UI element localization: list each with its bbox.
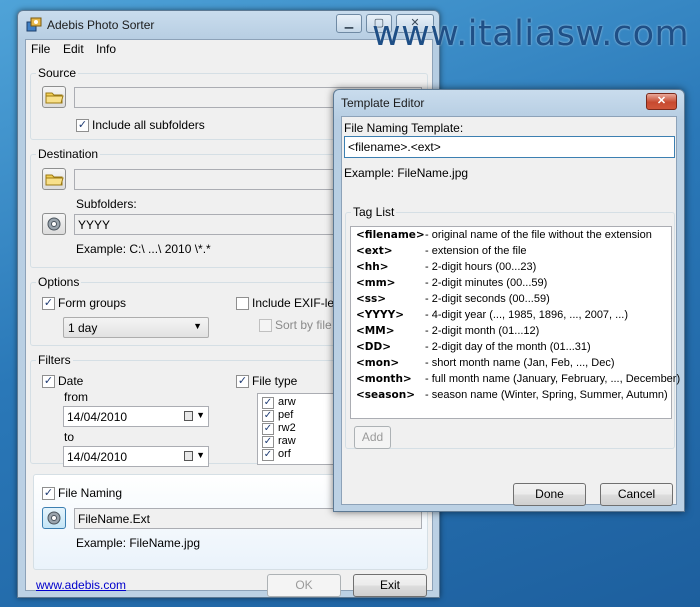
file-type-item-checkbox[interactable]: ✓ bbox=[262, 397, 274, 409]
source-group-label: Source bbox=[36, 66, 79, 80]
tag-description: - short month name (Jan, Feb, ..., Dec) bbox=[425, 357, 615, 369]
tag-name: <ss> bbox=[356, 293, 387, 305]
app-icon bbox=[26, 17, 42, 32]
minimize-button[interactable]: ▁ bbox=[336, 14, 362, 33]
tag-list[interactable]: <filename> - original name of the file wi… bbox=[350, 226, 680, 419]
tag-description: - 2-digit day of the month (01...31) bbox=[425, 341, 591, 353]
gear-icon bbox=[47, 217, 61, 231]
group-period-select[interactable]: 1 day ▼ bbox=[63, 317, 209, 338]
form-groups-label: Form groups bbox=[58, 296, 127, 310]
tag-name: <DD> bbox=[356, 341, 392, 353]
include-subfolders-label: Include all subfolders bbox=[92, 118, 205, 132]
from-date-picker[interactable]: 14/04/2010 ▼ bbox=[63, 406, 209, 427]
gear-icon bbox=[47, 511, 61, 525]
tag-description: - 2-digit hours (00...23) bbox=[425, 261, 537, 273]
exit-button[interactable]: Exit bbox=[353, 574, 427, 597]
tag-name: <MM> bbox=[356, 325, 395, 337]
file-naming-checkbox[interactable]: ✓ bbox=[42, 487, 55, 500]
template-example: Example: FileName.jpg bbox=[344, 166, 469, 180]
tag-description: - season name (Winter, Spring, Summer, A… bbox=[425, 389, 668, 401]
tag-name: <hh> bbox=[356, 261, 389, 273]
file-type-item-checkbox[interactable]: ✓ bbox=[262, 423, 274, 435]
date-filter-label: Date bbox=[58, 374, 84, 388]
tag-description: - full month name (January, February, ..… bbox=[425, 373, 681, 385]
folder-icon bbox=[45, 174, 64, 186]
dialog-titlebar[interactable]: Template Editor ✕ bbox=[334, 90, 684, 118]
tag-description: - 4-digit year (..., 1985, 1896, ..., 20… bbox=[425, 309, 628, 321]
to-label: to bbox=[64, 430, 75, 444]
chevron-down-icon: ▼ bbox=[193, 321, 202, 331]
tag-description: - 2-digit seconds (00...59) bbox=[425, 293, 550, 305]
tag-name: <month> bbox=[356, 373, 412, 385]
tag-name: <mon> bbox=[356, 357, 400, 369]
tag-name: <YYYY> bbox=[356, 309, 405, 321]
file-naming-settings-button[interactable] bbox=[42, 507, 66, 529]
menu-edit[interactable]: Edit bbox=[63, 42, 84, 56]
tag-list-group: Tag List <filename> - original name of th… bbox=[345, 205, 680, 449]
subfolders-settings-button[interactable] bbox=[42, 213, 66, 235]
watermark-text: www.italiasw.com bbox=[372, 14, 690, 54]
tag-description: - 2-digit minutes (00...59) bbox=[425, 277, 548, 289]
subfolders-label: Subfolders: bbox=[76, 197, 137, 211]
form-groups-checkbox[interactable]: ✓ bbox=[42, 297, 55, 310]
chevron-down-icon: ▼ bbox=[196, 410, 205, 420]
dialog-title: Template Editor bbox=[341, 96, 425, 110]
to-date-value: 14/04/2010 bbox=[67, 450, 128, 464]
done-button[interactable]: Done bbox=[513, 483, 586, 506]
include-subfolders-checkbox[interactable]: ✓ bbox=[76, 119, 89, 132]
group-period-value: 1 day bbox=[68, 321, 98, 335]
sort-by-checkbox[interactable] bbox=[259, 319, 272, 332]
template-editor-dialog: Template Editor ✕ File Naming Template: … bbox=[333, 89, 685, 512]
file-type-item-checkbox[interactable]: ✓ bbox=[262, 436, 274, 448]
folder-icon bbox=[45, 92, 64, 104]
file-type-item-checkbox[interactable]: ✓ bbox=[262, 449, 274, 461]
to-date-picker[interactable]: 14/04/2010 ▼ bbox=[63, 446, 209, 467]
tag-description: - original name of the file without the … bbox=[425, 229, 652, 241]
file-naming-example: Example: FileName.jpg bbox=[76, 536, 201, 550]
tag-name: <season> bbox=[356, 389, 415, 401]
file-type-label: File type bbox=[252, 374, 298, 388]
tag-description: - extension of the file bbox=[425, 245, 527, 257]
ok-button[interactable]: OK bbox=[267, 574, 341, 597]
menu-file[interactable]: File bbox=[31, 42, 50, 56]
tag-name: <ext> bbox=[356, 245, 393, 257]
include-exif-checkbox[interactable] bbox=[236, 297, 249, 310]
file-type-item-checkbox[interactable]: ✓ bbox=[262, 410, 274, 422]
cancel-button[interactable]: Cancel bbox=[600, 483, 673, 506]
menu-info[interactable]: Info bbox=[96, 42, 116, 56]
include-exif-label: Include EXIF-less bbox=[252, 296, 347, 310]
options-group-label: Options bbox=[36, 275, 82, 289]
dialog-client-area: File Naming Template: <filename>.<ext> E… bbox=[341, 116, 680, 506]
from-date-value: 14/04/2010 bbox=[67, 410, 128, 424]
template-input[interactable]: <filename>.<ext> bbox=[344, 136, 675, 158]
file-type-checkbox[interactable]: ✓ bbox=[236, 375, 249, 388]
template-label: File Naming Template: bbox=[344, 121, 464, 135]
tag-list-label: Tag List bbox=[351, 205, 397, 219]
from-label: from bbox=[64, 390, 88, 404]
calendar-icon bbox=[184, 451, 193, 461]
close-icon[interactable]: ✕ bbox=[646, 93, 677, 110]
chevron-down-icon: ▼ bbox=[196, 450, 205, 460]
add-tag-button[interactable]: Add bbox=[354, 426, 391, 449]
tag-name: <mm> bbox=[356, 277, 396, 289]
destination-example: Example: C:\ ...\ 2010 \*.* bbox=[76, 242, 211, 256]
filters-group-label: Filters bbox=[36, 353, 73, 367]
date-filter-checkbox[interactable]: ✓ bbox=[42, 375, 55, 388]
website-link[interactable]: www.adebis.com bbox=[36, 578, 126, 592]
calendar-icon bbox=[184, 411, 193, 421]
destination-browse-button[interactable] bbox=[42, 168, 66, 190]
file-naming-label: File Naming bbox=[58, 486, 123, 500]
source-browse-button[interactable] bbox=[42, 86, 66, 108]
destination-group-label: Destination bbox=[36, 147, 101, 161]
tag-name: <filename> bbox=[356, 229, 425, 241]
tag-description: - 2-digit month (01...12) bbox=[425, 325, 540, 337]
main-window-title: Adebis Photo Sorter bbox=[47, 18, 155, 32]
